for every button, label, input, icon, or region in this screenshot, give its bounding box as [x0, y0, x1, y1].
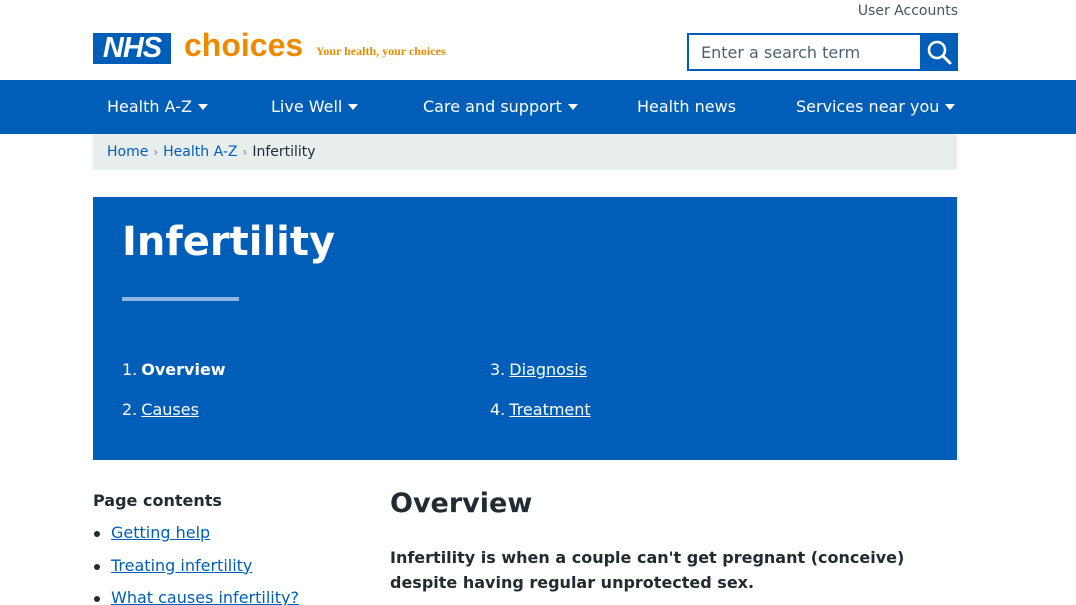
- toc-number: 3.: [490, 360, 506, 379]
- page-title: Infertility: [122, 219, 336, 265]
- breadcrumb-health-a-z[interactable]: Health A-Z: [163, 144, 237, 160]
- site-header: User Accounts NHS choices Your health, y…: [0, 0, 1076, 80]
- user-accounts-link[interactable]: User Accounts: [858, 3, 958, 19]
- caret-down-icon: [348, 103, 359, 110]
- caret-down-icon: [567, 103, 578, 110]
- toc-link-causes[interactable]: Causes: [141, 400, 199, 419]
- toc-number: 4.: [490, 400, 506, 419]
- nav-label: Health news: [637, 97, 737, 116]
- nav-label: Health A-Z: [107, 97, 192, 116]
- search-button[interactable]: [920, 33, 958, 71]
- toc-item-diagnosis: 3. Diagnosis: [490, 360, 587, 379]
- hero-banner: Infertility 1. Overview 2. Causes 3. Diagno…: [93, 197, 957, 460]
- choices-logo[interactable]: choices: [184, 27, 303, 64]
- intro-paragraph: Infertility is when a couple can't get p…: [390, 548, 905, 592]
- nav-label: Care and support: [423, 97, 562, 116]
- nav-health-a-z[interactable]: Health A-Z: [107, 80, 208, 134]
- toc-number: 1.: [122, 360, 138, 379]
- toc-number: 2.: [122, 400, 138, 419]
- toc-current-label: Overview: [141, 360, 226, 379]
- list-item: Getting help: [93, 521, 299, 554]
- page-contents-link-treating-infertility[interactable]: Treating infertility: [111, 556, 252, 575]
- toc-item-causes: 2. Causes: [122, 400, 199, 419]
- nav-services-near-you[interactable]: Services near you: [796, 80, 956, 134]
- list-item: What causes infertility?: [93, 586, 299, 605]
- magnifier-icon: [927, 40, 952, 65]
- list-item: Treating infertility: [93, 554, 299, 587]
- toc-link-treatment[interactable]: Treatment: [509, 400, 590, 419]
- nav-label: Live Well: [271, 97, 343, 116]
- nav-care-and-support[interactable]: Care and support: [423, 80, 578, 134]
- breadcrumb-current: Infertility: [252, 144, 316, 160]
- toc-item-treatment: 4. Treatment: [490, 400, 591, 419]
- chevron-right-icon: ›: [153, 145, 159, 159]
- page-contents-link-getting-help[interactable]: Getting help: [111, 523, 210, 542]
- nav-label: Services near you: [796, 97, 940, 116]
- caret-down-icon: [945, 103, 956, 110]
- caret-down-icon: [197, 103, 208, 110]
- tagline: Your health, your choices: [316, 44, 446, 58]
- page-contents-link-what-causes[interactable]: What causes infertility?: [111, 588, 299, 605]
- search-input[interactable]: [687, 33, 921, 71]
- main-nav: Health A-Z Live Well Care and support He…: [0, 80, 1076, 134]
- toc-link-diagnosis[interactable]: Diagnosis: [509, 360, 587, 379]
- toc-item-overview: 1. Overview: [122, 360, 226, 379]
- nhs-logo[interactable]: NHS: [93, 33, 171, 64]
- nav-health-news[interactable]: Health news: [637, 80, 736, 134]
- breadcrumb: Home › Health A-Z › Infertility: [93, 134, 957, 170]
- title-underline: [122, 297, 239, 301]
- page-contents-title: Page contents: [93, 491, 222, 510]
- section-heading: Overview: [390, 488, 533, 519]
- page-contents-list: Getting help Treating infertility What c…: [93, 521, 299, 605]
- chevron-right-icon: ›: [242, 145, 248, 159]
- breadcrumb-home[interactable]: Home: [107, 144, 148, 160]
- nav-live-well[interactable]: Live Well: [271, 80, 359, 134]
